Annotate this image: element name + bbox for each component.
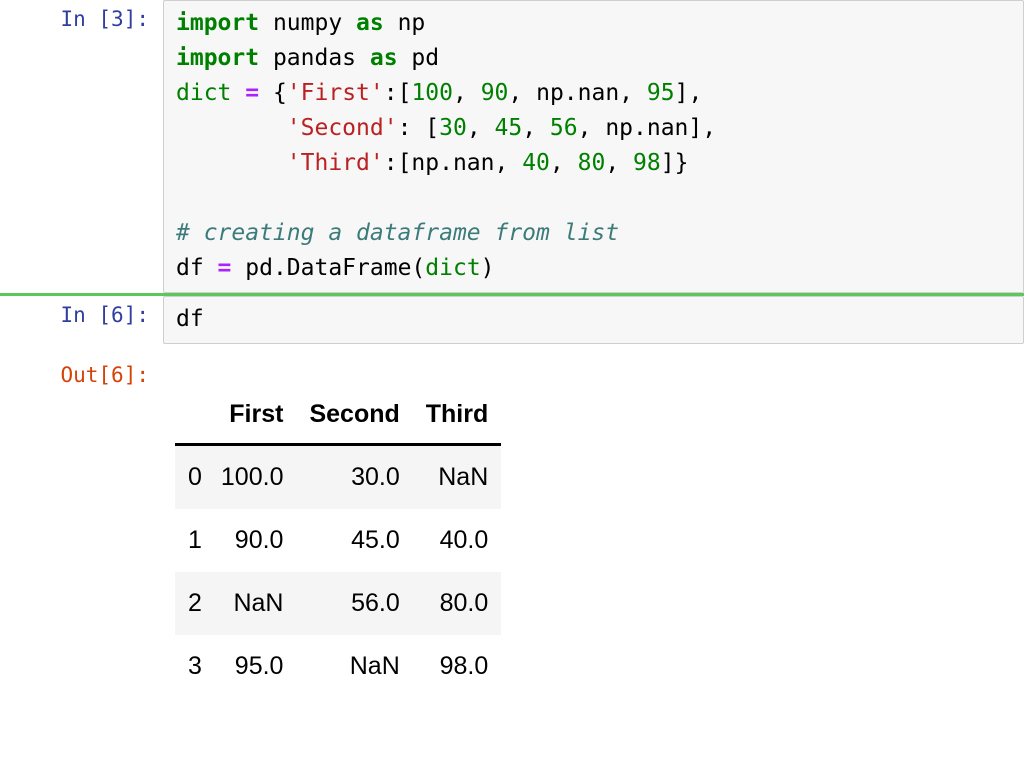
dataframe-row: 0100.030.0NaN (175, 445, 501, 510)
code-content-2[interactable]: df (176, 302, 1023, 337)
dataframe-cell: 80.0 (413, 572, 502, 635)
code-token-builtin: dict (176, 80, 245, 106)
code-token-num: 80 (578, 150, 606, 176)
dataframe-index-header (175, 394, 208, 445)
code-token-plain: , (453, 80, 481, 106)
code-token-num: 45 (495, 115, 523, 141)
dataframe-cell: 95.0 (208, 635, 297, 698)
dataframe-row: 2NaN56.080.0 (175, 572, 501, 635)
dataframe-cell: 56.0 (296, 572, 412, 635)
code-token-comment: # creating a dataframe from list (176, 220, 619, 246)
code-token-plain: , np.nan, (508, 80, 646, 106)
code-token-num: 56 (550, 115, 578, 141)
code-token-plain (176, 115, 287, 141)
code-token-str: 'Second' (287, 115, 398, 141)
code-token-plain: : [ (398, 115, 440, 141)
code-token-op: = (218, 255, 232, 281)
code-token-plain: , (605, 150, 633, 176)
code-token-plain: , (467, 115, 495, 141)
code-token-plain: pd.DataFrame( (231, 255, 425, 281)
dataframe-cell: 98.0 (413, 635, 502, 698)
dataframe-row-index: 3 (175, 635, 208, 698)
code-token-str: 'First' (287, 80, 384, 106)
dataframe-head: FirstSecondThird (175, 394, 501, 445)
code-token-plain: , (550, 150, 578, 176)
dataframe-cell: 40.0 (413, 509, 502, 572)
dataframe-row: 190.045.040.0 (175, 509, 501, 572)
dataframe-cell: NaN (413, 445, 502, 510)
output-prompt: Out[6]: (0, 356, 163, 394)
code-token-plain: { (259, 80, 287, 106)
code-token-plain: , np.nan], (578, 115, 716, 141)
dataframe-cell: NaN (296, 635, 412, 698)
code-token-plain: :[ (384, 80, 412, 106)
dataframe-cell: NaN (208, 572, 297, 635)
code-token-plain: :[np.nan, (384, 150, 522, 176)
code-token-num: 40 (522, 150, 550, 176)
dataframe-cell: 100.0 (208, 445, 297, 510)
code-token-op: = (245, 80, 259, 106)
code-cell-1[interactable]: In [3]: import numpy as np import pandas… (0, 0, 1024, 293)
code-token-builtin: dict (425, 255, 480, 281)
dataframe-column-header: Second (296, 394, 412, 445)
code-token-plain: ) (481, 255, 495, 281)
dataframe-table: FirstSecondThird 0100.030.0NaN190.045.04… (175, 394, 501, 698)
code-token-plain: np (384, 10, 426, 36)
dataframe-row-index: 0 (175, 445, 208, 510)
code-token-num: 95 (647, 80, 675, 106)
dataframe-row-index: 1 (175, 509, 208, 572)
code-content-1[interactable]: import numpy as np import pandas as pd d… (176, 6, 1023, 286)
input-prompt-2: In [6]: (0, 296, 163, 334)
code-token-plain: numpy (259, 10, 356, 36)
dataframe-row: 395.0NaN98.0 (175, 635, 501, 698)
code-token-plain: pd (398, 45, 440, 71)
code-token-plain: pandas (259, 45, 370, 71)
code-token-plain: df (176, 306, 204, 332)
code-editor-2[interactable]: df (163, 296, 1024, 344)
code-token-str: 'Third' (287, 150, 384, 176)
dataframe-row-index: 2 (175, 572, 208, 635)
code-cell-2[interactable]: In [6]: df (0, 296, 1024, 344)
code-token-plain: df (176, 255, 218, 281)
code-editor-1[interactable]: import numpy as np import pandas as pd d… (163, 0, 1024, 293)
code-token-kw: as (356, 10, 384, 36)
code-token-plain (176, 150, 287, 176)
code-token-plain: , (522, 115, 550, 141)
code-token-num: 90 (481, 80, 509, 106)
dataframe-body: 0100.030.0NaN190.045.040.02NaN56.080.039… (175, 445, 501, 699)
input-prompt-1: In [3]: (0, 0, 163, 38)
code-token-num: 98 (633, 150, 661, 176)
code-token-num: 30 (439, 115, 467, 141)
dataframe-column-header: First (208, 394, 297, 445)
dataframe-output: FirstSecondThird 0100.030.0NaN190.045.04… (0, 394, 1024, 698)
dataframe-cell: 45.0 (296, 509, 412, 572)
output-cell: Out[6]: (0, 356, 1024, 394)
dataframe-column-header: Third (413, 394, 502, 445)
dataframe-cell: 30.0 (296, 445, 412, 510)
dataframe-cell: 90.0 (208, 509, 297, 572)
code-token-kw: import (176, 45, 259, 71)
code-token-plain: ]} (661, 150, 689, 176)
code-token-num: 100 (411, 80, 453, 106)
code-token-kw: import (176, 10, 259, 36)
code-token-kw: as (370, 45, 398, 71)
dataframe-header-row: FirstSecondThird (175, 394, 501, 445)
code-token-plain: ], (675, 80, 703, 106)
